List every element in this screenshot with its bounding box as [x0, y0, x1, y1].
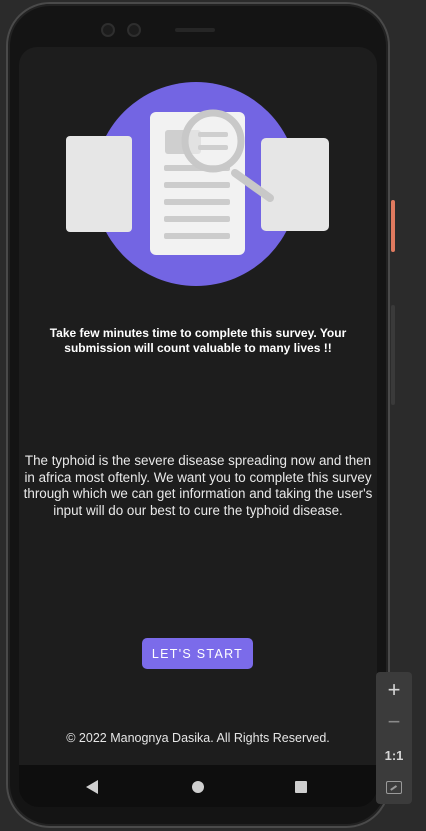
recents-icon[interactable]: [295, 781, 307, 793]
copyright-footer: © 2022 Manognya Dasika. All Rights Reser…: [66, 731, 330, 745]
survey-description: The typhoid is the severe disease spread…: [23, 453, 373, 518]
right-card-icon: [261, 138, 329, 231]
zoom-in-button[interactable]: +: [376, 674, 412, 706]
zoom-out-button[interactable]: −: [376, 706, 412, 738]
volume-button[interactable]: [391, 305, 395, 405]
sensor-icon: [127, 23, 141, 37]
emulator-window: Take few minutes time to complete this s…: [0, 0, 426, 831]
earpiece-speaker: [175, 28, 215, 32]
zoom-controls: + − 1:1: [376, 672, 412, 804]
lets-start-button[interactable]: LET'S START: [142, 638, 253, 669]
camera-bar: [95, 20, 225, 40]
system-nav-bar: [19, 765, 377, 807]
power-button[interactable]: [391, 200, 395, 252]
survey-illustration: [66, 82, 329, 286]
survey-lead-text: Take few minutes time to complete this s…: [49, 326, 347, 355]
camera-icon: [101, 23, 115, 37]
back-icon[interactable]: [86, 780, 98, 794]
left-card-icon: [66, 136, 132, 232]
home-icon[interactable]: [192, 781, 204, 793]
app-screen: Take few minutes time to complete this s…: [19, 47, 377, 765]
fit-screen-button[interactable]: [376, 771, 412, 803]
actual-size-button[interactable]: 1:1: [376, 739, 412, 771]
fit-screen-icon: [386, 781, 402, 795]
